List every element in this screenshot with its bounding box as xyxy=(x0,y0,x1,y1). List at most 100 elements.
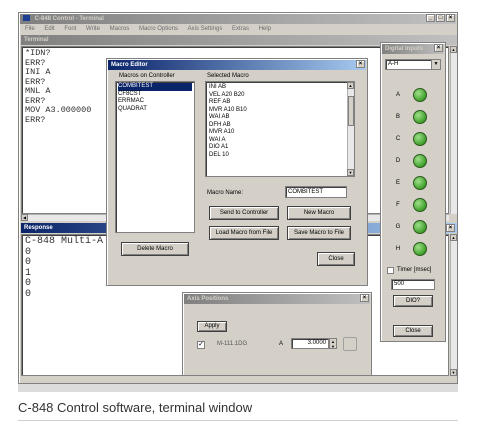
menu-help[interactable]: Help xyxy=(259,26,271,32)
scroll-up-arrow-icon[interactable]: ▲ xyxy=(347,82,354,89)
figure-caption: C-848 Control software, terminal window xyxy=(18,400,253,415)
led-b-icon xyxy=(413,110,427,124)
app-icon xyxy=(23,15,30,22)
digital-inputs-close-icon[interactable]: × xyxy=(434,44,443,52)
axis-positions-close-icon[interactable]: × xyxy=(360,294,369,302)
send-to-controller-button[interactable]: Send to Controller xyxy=(209,206,279,220)
scroll-down-arrow-icon[interactable]: ▼ xyxy=(450,369,457,376)
macro-line: REF AB xyxy=(209,99,231,105)
dio-query-button[interactable]: DIO? xyxy=(393,295,433,307)
close-button[interactable]: × xyxy=(446,14,455,22)
digital-inputs-close-button[interactable]: Close xyxy=(393,325,433,337)
led-label-b: B xyxy=(395,114,400,120)
macro-line: DEL 10 xyxy=(209,151,229,158)
timer-label: Timer [msec] xyxy=(397,267,432,273)
led-f-icon xyxy=(413,198,427,212)
scroll-up-arrow-icon[interactable]: ▲ xyxy=(450,46,457,53)
scroll-up-arrow-icon[interactable]: ▲ xyxy=(450,234,457,241)
menu-font[interactable]: Font xyxy=(64,26,76,32)
led-label-g: G xyxy=(395,224,401,230)
selected-macro-scrollbar[interactable]: ▲ ▼ xyxy=(347,82,354,176)
delete-macro-button[interactable]: Delete Macro xyxy=(121,242,189,256)
axis-spinner[interactable]: ▲ ▼ xyxy=(329,338,337,349)
scroll-thumb[interactable] xyxy=(348,96,354,126)
axis-go-button[interactable] xyxy=(343,337,357,351)
macro-list-item[interactable]: COMBITEST xyxy=(118,83,192,91)
scroll-left-arrow-icon[interactable]: ◀ xyxy=(21,214,28,221)
macros-list[interactable]: COMBITEST CF8CST ERRMAC QUADRAT xyxy=(115,81,195,233)
menu-axis-settings[interactable]: Axis Settings xyxy=(188,26,223,32)
macro-name-input[interactable]: COMBITEST xyxy=(285,186,347,198)
main-titlebar: C-848 Control - Terminal xyxy=(20,14,456,24)
axis-positions-titlebar: Axis Positions xyxy=(184,294,370,304)
macro-line: MVR A10 xyxy=(209,129,235,135)
load-macro-from-file-button[interactable]: Load Macro from File xyxy=(209,226,279,240)
macro-list-item[interactable]: CF8CST xyxy=(118,91,192,99)
led-a-icon xyxy=(413,88,427,102)
macro-line: WAI A xyxy=(209,136,226,143)
led-h-icon xyxy=(413,242,427,256)
menu-extras[interactable]: Extras xyxy=(232,26,249,32)
terminal-title: Terminal xyxy=(24,37,49,43)
led-d-icon xyxy=(413,154,427,168)
macro-editor-titlebar: Macro Editor xyxy=(108,60,366,70)
macro-line: INI AB xyxy=(209,84,227,90)
response-close-button[interactable]: × xyxy=(446,224,455,232)
macro-line: VEL A20 B20 xyxy=(209,91,245,98)
axis-position-input[interactable]: 3.0000 xyxy=(291,338,329,349)
axis-positions-dialog: Axis Positions × Apply ✓ M-111.1DG A 3.0… xyxy=(182,292,372,376)
selected-macro-textarea[interactable]: INI AB VEL A20 B20 REF AB MVR A10 B10 WA… xyxy=(205,81,355,177)
menu-write[interactable]: Write xyxy=(86,26,100,32)
macro-editor-close-button[interactable]: Close xyxy=(317,252,355,266)
macro-line: DFH AB xyxy=(209,121,231,128)
macro-name-label: Macro Name: xyxy=(207,190,244,196)
chevron-down-icon[interactable]: ▼ xyxy=(431,60,440,69)
menu-macros[interactable]: Macros xyxy=(110,26,130,32)
led-label-e: E xyxy=(395,180,400,186)
new-macro-button[interactable]: New Macro xyxy=(287,206,351,220)
led-label-c: C xyxy=(395,136,401,142)
menu-edit[interactable]: Edit xyxy=(44,26,54,32)
macro-list-item[interactable]: QUADRAT xyxy=(118,106,192,114)
main-window-title: C-848 Control - Terminal xyxy=(34,16,104,22)
macros-on-controller-label: Macros on Controller xyxy=(119,73,175,79)
selected-macro-label: Selected Macro xyxy=(207,73,249,79)
menu-bar: File Edit Font Write Macros Macro Option… xyxy=(21,25,381,34)
caption-divider xyxy=(18,420,458,421)
timer-checkbox[interactable] xyxy=(387,267,394,274)
led-g-icon xyxy=(413,220,427,234)
axis-label: A xyxy=(279,341,284,347)
input-group-value: A-H xyxy=(388,61,399,67)
led-label-h: H xyxy=(395,246,401,252)
timer-input[interactable]: 500 xyxy=(391,279,435,290)
macro-line: DIO A1 xyxy=(209,144,229,150)
macro-editor-dialog: Macro Editor × Macros on Controller COMB… xyxy=(106,58,368,286)
macro-list-item[interactable]: ERRMAC xyxy=(118,98,192,106)
input-group-select[interactable]: A-H ▼ xyxy=(385,59,441,70)
led-label-d: D xyxy=(395,158,401,164)
minimize-button[interactable]: _ xyxy=(426,14,435,22)
scroll-down-arrow-icon[interactable]: ▼ xyxy=(347,169,354,176)
maximize-button[interactable]: □ xyxy=(436,14,445,22)
screenshot-frame: C-848 Control - Terminal _ □ × File Edit… xyxy=(18,12,458,392)
response-vertical-scrollbar[interactable]: ▲ ▼ xyxy=(450,234,457,376)
response-title: Response xyxy=(24,225,53,231)
digital-inputs-title: Digital Inputs xyxy=(385,46,423,52)
terminal-vertical-scrollbar[interactable]: ▲ xyxy=(450,46,457,214)
axis-enable-checkbox[interactable]: ✓ xyxy=(197,341,205,349)
led-e-icon xyxy=(413,176,427,190)
led-c-icon xyxy=(413,132,427,146)
apply-button[interactable]: Apply xyxy=(197,321,227,332)
led-label-f: F xyxy=(396,202,400,208)
axis-positions-title: Axis Positions xyxy=(187,296,229,302)
menu-file[interactable]: File xyxy=(25,26,35,32)
digital-inputs-window: Digital Inputs × A-H ▼ A B C D E F G H T… xyxy=(380,42,446,342)
stage-name: M-111.1DG xyxy=(217,341,248,347)
macro-line: WAI AB xyxy=(209,114,230,120)
macro-editor-title: Macro Editor xyxy=(111,62,148,68)
macro-editor-close-icon[interactable]: × xyxy=(356,60,365,68)
menu-macro-options[interactable]: Macro Options xyxy=(139,26,178,32)
macro-line: MVR A10 B10 xyxy=(209,106,247,113)
led-label-a: A xyxy=(395,92,400,98)
save-macro-to-file-button[interactable]: Save Macro to File xyxy=(287,226,351,240)
